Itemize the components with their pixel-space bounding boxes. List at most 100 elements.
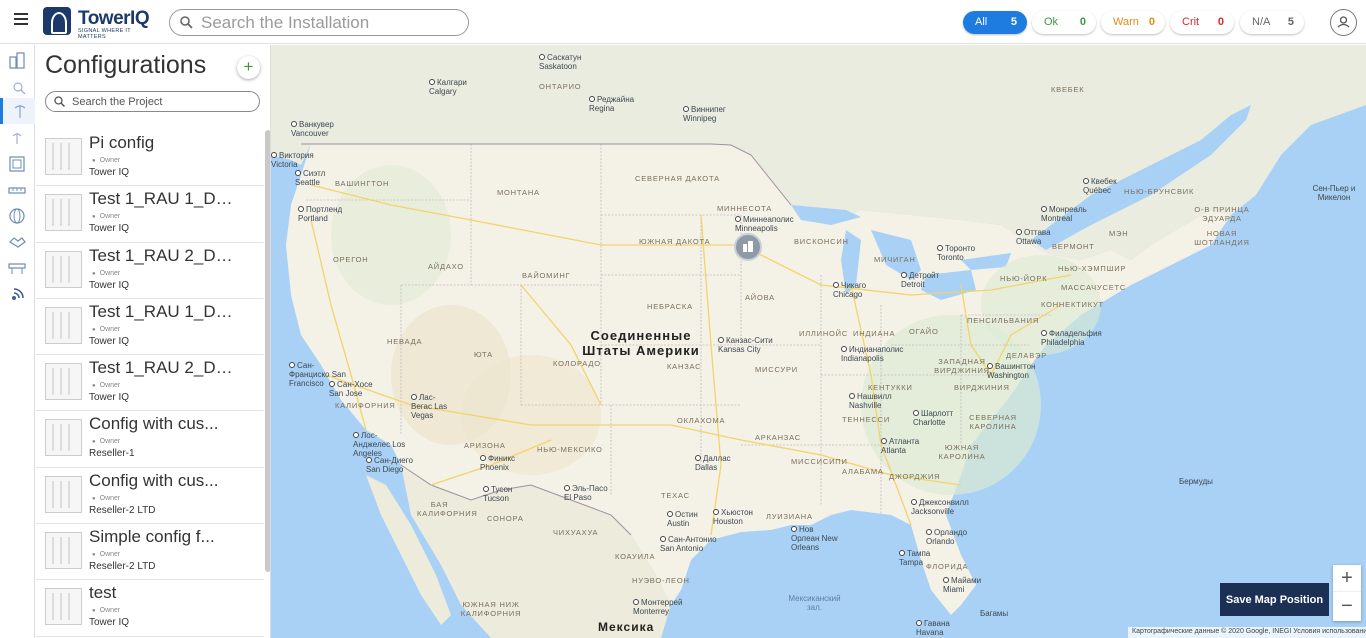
map-label: ТЕХАС [661,491,690,500]
map-city: Нашвилл Nashville [849,392,899,410]
map-label: КОННЕКТИКУТ [1041,300,1104,309]
map-city: Сан-Диего San Diego [366,456,421,474]
config-owner: Tower IQ [89,279,130,291]
project-search[interactable] [45,91,260,112]
filter-ok[interactable]: Ok 0 [1032,11,1096,34]
menu-icon[interactable] [11,13,31,31]
map-city: Чикаго Chicago [833,281,878,299]
map-city: Оттава Ottawa [1016,228,1061,246]
filter-crit[interactable]: Crit 0 [1170,11,1234,34]
project-search-input[interactable] [72,94,252,110]
rail-antenna-signal[interactable] [0,124,35,150]
map-attribution[interactable]: Картографические данные © 2020 Google, I… [1128,627,1366,638]
rail-floorplan[interactable] [0,151,35,177]
map-country-label: Соединенные Штаты Америки [582,328,700,358]
map-label: ЮЖНАЯ ДАКОТА [639,237,711,246]
map-label: АРИЗОНА [464,441,506,450]
map-city: Реджайна Regina [589,95,645,113]
map-city: Виктория Victoria [271,151,321,169]
save-map-position-button[interactable]: Save Map Position [1220,583,1329,616]
brand-tagline: SIGNAL WHERE IT MATTERS [78,28,131,40]
config-name: Test 1_RAU 2_DR... [89,358,239,378]
rail-building[interactable] [0,47,35,73]
signal-icon [12,288,24,300]
installation-marker[interactable] [734,233,762,261]
zoom-control: + − [1333,565,1361,621]
map-city: Квебек Québec [1083,177,1128,195]
map-label: ТЕННЕССИ [842,415,891,424]
config-item[interactable]: Config with cus... Owner Reseller-2 LTD [36,468,264,525]
map-city: Сиэтл Seattle [295,169,345,187]
filter-warn[interactable]: Warn 0 [1101,11,1165,34]
filter-warn-count: 0 [1148,16,1155,28]
owner-label: Owner [92,157,121,164]
map-label: ВАЙОМИНГ [522,271,571,280]
map-city: Атланта Atlanta [881,437,931,455]
filter-all[interactable]: All 5 [963,11,1027,34]
config-item[interactable]: test Owner Tower IQ [36,580,264,637]
add-configuration-button[interactable]: + [237,56,260,79]
config-owner: Reseller-1 [89,448,135,460]
antenna-icon [14,105,26,118]
floorplan-icon [9,156,25,172]
map-label: ДЕЛАВЭР [1006,351,1048,360]
owner-label: Owner [92,607,121,614]
config-thumbnail [45,363,82,401]
rack-icon [8,263,26,274]
user-account-button[interactable] [1330,9,1357,36]
filter-crit-label: Crit [1182,16,1200,28]
map-city: Калгари Calgary [429,78,489,96]
config-item[interactable]: Config with cus... Owner Reseller-1 [36,411,264,468]
map-city: Торонто Toronto [937,244,982,262]
config-item[interactable]: Test 1_RAU 1_DR... Owner Tower IQ [36,186,264,243]
map-city: Нов Орлеан New Orleans [791,525,841,552]
rail-globe[interactable] [0,203,35,229]
search-icon [54,96,65,107]
panel-title: Configurations [45,51,207,79]
map-city: Сан-Антонио San Antonio [660,535,722,553]
map-city: Портленд Portland [298,205,348,223]
map-label: ОРЕГОН [333,255,369,264]
config-thumbnail [45,138,82,175]
filter-na[interactable]: N/A 5 [1240,11,1304,34]
config-thumbnail [45,194,82,232]
owner-label: Owner [92,213,121,220]
owner-label: Owner [92,382,121,389]
map-city: Монреаль Montreal [1041,205,1091,223]
logo[interactable]: TowerIQ SIGNAL WHERE IT MATTERS [43,7,153,40]
map-label: МЭН [1109,229,1129,238]
installation-search-input[interactable] [201,12,461,33]
rail-rack[interactable] [0,255,35,281]
map-city: Миннеаполис Minneapolis [735,215,794,233]
config-thumbnail [45,250,82,288]
map-city: Джексонвилл Jacksonville [911,498,981,516]
rail-antenna[interactable] [0,98,35,124]
map-city: Детройт Detroit [901,271,946,289]
map-label: АЛАБАМА [842,467,884,476]
config-item[interactable]: Test 1_RAU 1_DR... Owner Tower IQ [36,299,264,356]
installation-search[interactable] [169,9,469,36]
brand-name: TowerIQ [78,8,150,29]
config-item[interactable]: Pi config Owner Tower IQ [36,130,264,187]
config-item[interactable]: Test 1_RAU 2_DR... Owner Tower IQ [36,355,264,412]
map-label: СЕВЕРНАЯ КАРОЛИНА [969,413,1017,431]
rail-handshake[interactable] [0,229,35,255]
globe-icon [9,208,25,224]
map-city: Саскатун Saskatoon [539,53,595,71]
map-label: ЮТА [474,350,493,359]
config-thumbnail [45,419,82,457]
config-owner: Tower IQ [89,223,130,235]
config-item[interactable]: Test 1_RAU 2_DR... Owner Tower IQ [36,243,264,299]
map-label: ЛУИЗИАНА [766,512,813,521]
map-view[interactable]: ОНТАРИО КВЕБЕК МОНТАНА ВАШИНГТОН ОРЕГОН … [271,45,1366,638]
rail-search-map[interactable] [0,73,35,99]
config-item[interactable]: Simple config f... Owner Reseller-2 LTD [36,524,264,581]
zoom-out-button[interactable]: − [1333,593,1361,620]
rail-ruler[interactable] [0,177,35,203]
rail-signal[interactable] [0,282,35,308]
zoom-in-button[interactable]: + [1333,565,1361,592]
map-label: КВЕБЕК [1051,85,1085,94]
map-label: МИННЕСОТА [717,204,773,213]
map-label: НУЭВО-ЛЕОН [632,576,690,585]
map-city: Остин Austin [667,510,717,528]
